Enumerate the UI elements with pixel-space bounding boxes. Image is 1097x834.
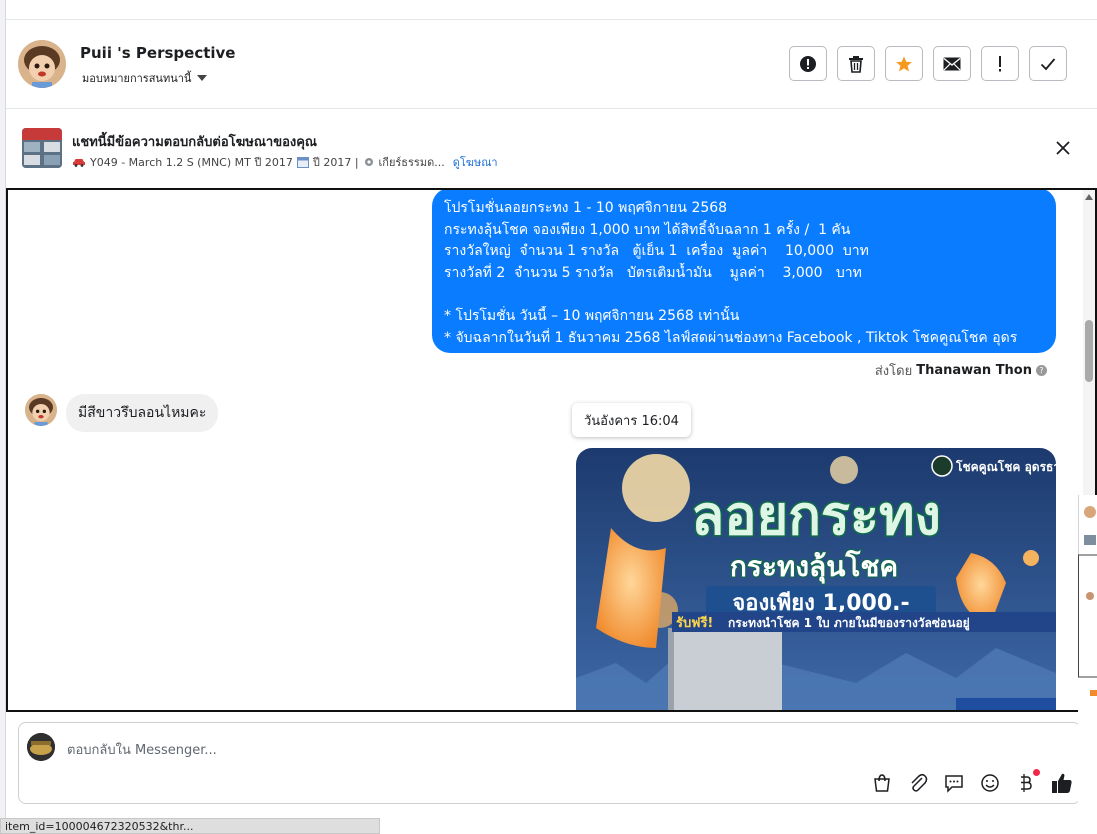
scrollbar-thumb[interactable] bbox=[1085, 320, 1093, 382]
shopping-bag-icon bbox=[874, 774, 890, 792]
exclamation-circle-icon bbox=[800, 55, 816, 72]
exclamation-icon bbox=[999, 55, 1001, 71]
saved-replies-button[interactable] bbox=[942, 771, 966, 795]
composer-tools bbox=[870, 769, 1074, 795]
mark-unread-button[interactable] bbox=[933, 46, 971, 81]
conversation-header: Puii 's Perspective มอบหมายการสนทนานี้ bbox=[6, 20, 1097, 109]
scroll-up-arrow-icon[interactable] bbox=[1085, 194, 1093, 200]
notification-dot bbox=[1033, 769, 1040, 776]
view-ad-link[interactable]: ดูโฆษณา bbox=[453, 153, 498, 171]
browser-status-bar: item_id=100004672320532&thr... bbox=[0, 818, 380, 834]
question-icon[interactable]: ? bbox=[1036, 365, 1047, 376]
reply-composer[interactable]: ตอบกลับใน Messenger... bbox=[18, 722, 1081, 804]
car-icon bbox=[73, 159, 85, 167]
promo-line2-text: กระทงลุ้นโชค bbox=[730, 549, 898, 584]
incoming-message-bubble[interactable]: มีสีขาวรึบลอนไหมคะ bbox=[66, 394, 219, 432]
check-icon bbox=[1040, 57, 1056, 70]
sent-by-label: ส่งโดย bbox=[874, 364, 913, 379]
header-actions bbox=[789, 46, 1067, 81]
gear-icon bbox=[364, 158, 373, 166]
assign-label: มอบหมายการสนทนานี้ bbox=[82, 72, 192, 85]
promo-brand-text: โชคคูณโชค อุดรธานี bbox=[955, 459, 1056, 475]
assign-conversation-dropdown[interactable]: มอบหมายการสนทนานี้ bbox=[82, 69, 208, 87]
shop-button[interactable] bbox=[870, 771, 894, 795]
contact-avatar-small bbox=[25, 394, 57, 426]
message-thread: โปรโมชั่นลอยกระทง 1 - 10 พฤศจิกายน 2568 … bbox=[6, 188, 1097, 712]
message-line: รางวัลที่ 2 จำนวน 5 รางวัล บัตรเติมน้ำมั… bbox=[444, 264, 862, 281]
trash-icon bbox=[849, 55, 863, 73]
smiley-icon bbox=[981, 774, 999, 792]
reply-input[interactable]: ตอบกลับใน Messenger... bbox=[67, 739, 217, 760]
ad-banner-subtitle: Y049 - March 1.2 S (MNC) MT ปี 2017 ปี 2… bbox=[72, 153, 498, 171]
payment-button[interactable] bbox=[1014, 769, 1040, 795]
paperclip-icon bbox=[911, 773, 928, 792]
contact-avatar[interactable] bbox=[18, 40, 66, 88]
ad-reply-banner: แชทนี้มีข้อความตอบกลับต่อโฆษณาของคุณ Y04… bbox=[6, 110, 1097, 188]
ad-model: Y049 - March 1.2 S (MNC) MT ปี 2017 bbox=[90, 156, 293, 169]
ad-banner-title: แชทนี้มีข้อความตอบกลับต่อโฆษณาของคุณ bbox=[72, 135, 317, 150]
message-line: * โปรโมชั่น วันนี้ – 10 พฤศจิกายน 2568 เ… bbox=[444, 307, 740, 324]
promo-image: โชคคูณโชค อุดรธานี ลอยกระทง กระทงลุ้นโชค… bbox=[576, 448, 1056, 710]
sent-by-name: Thanawan Thon bbox=[916, 363, 1032, 378]
report-button[interactable] bbox=[789, 46, 827, 81]
caret-down-icon bbox=[197, 75, 208, 81]
page-avatar bbox=[27, 733, 55, 761]
message-line: * จับฉลากในวันที่ 1 ธันวาคม 2568 ไลฟ์สดผ… bbox=[444, 329, 1018, 346]
right-side-panel bbox=[1078, 495, 1097, 834]
baht-icon bbox=[1021, 774, 1032, 792]
promo-image-message[interactable]: โชคคูณโชค อุดรธานี ลอยกระทง กระทงลุ้นโชค… bbox=[576, 448, 1056, 710]
mark-done-button[interactable] bbox=[1029, 46, 1067, 81]
close-icon bbox=[1056, 141, 1070, 155]
delete-button[interactable] bbox=[837, 46, 875, 81]
message-line bbox=[444, 284, 1044, 306]
message-timestamp-tooltip: วันอังคาร 16:04 bbox=[572, 403, 691, 437]
chat-bubble-icon bbox=[945, 775, 963, 793]
emoji-button[interactable] bbox=[978, 771, 1002, 795]
close-banner-button[interactable] bbox=[1053, 138, 1073, 158]
promo-headline-text: ลอยกระทง bbox=[691, 484, 941, 547]
inbox-conversation-view: Puii 's Perspective มอบหมายการสนทนานี้ แ… bbox=[0, 0, 1097, 834]
message-line: กระทงลุ้นโชค จองเพียง 1,000 บาท ได้สิทธิ… bbox=[444, 221, 851, 238]
contact-name[interactable]: Puii 's Perspective bbox=[80, 44, 235, 62]
top-strip bbox=[6, 0, 1097, 20]
attach-button[interactable] bbox=[906, 771, 930, 795]
sent-by-info: ส่งโดย Thanawan Thon ? bbox=[875, 360, 1047, 381]
promo-line4-text: กระทงนำโชค 1 ใบ ภายในมีของรางวัลซ่อนอยู่ bbox=[728, 615, 970, 631]
message-line: รางวัลใหญ่ จำนวน 1 รางวัล ตู้เย็น 1 เครื… bbox=[444, 243, 869, 260]
message-line: โปรโมชั่นลอยกระทง 1 - 10 พฤศจิกายน 2568 bbox=[444, 200, 728, 216]
star-button[interactable] bbox=[885, 46, 923, 81]
outgoing-message-bubble[interactable]: โปรโมชั่นลอยกระทง 1 - 10 พฤศจิกายน 2568 … bbox=[432, 190, 1056, 353]
spam-button[interactable] bbox=[981, 46, 1019, 81]
ad-year: ปี 2017 | bbox=[312, 156, 359, 169]
promo-free-badge: รับฟรี! bbox=[676, 615, 713, 631]
like-button[interactable] bbox=[1050, 771, 1074, 795]
ad-thumbnail[interactable] bbox=[22, 128, 62, 168]
envelope-icon bbox=[943, 57, 961, 70]
calendar-icon bbox=[296, 157, 309, 168]
star-icon bbox=[896, 56, 912, 71]
ad-transmission: เกียร์ธรรมด... bbox=[378, 156, 445, 169]
thumbs-up-icon bbox=[1052, 773, 1072, 793]
